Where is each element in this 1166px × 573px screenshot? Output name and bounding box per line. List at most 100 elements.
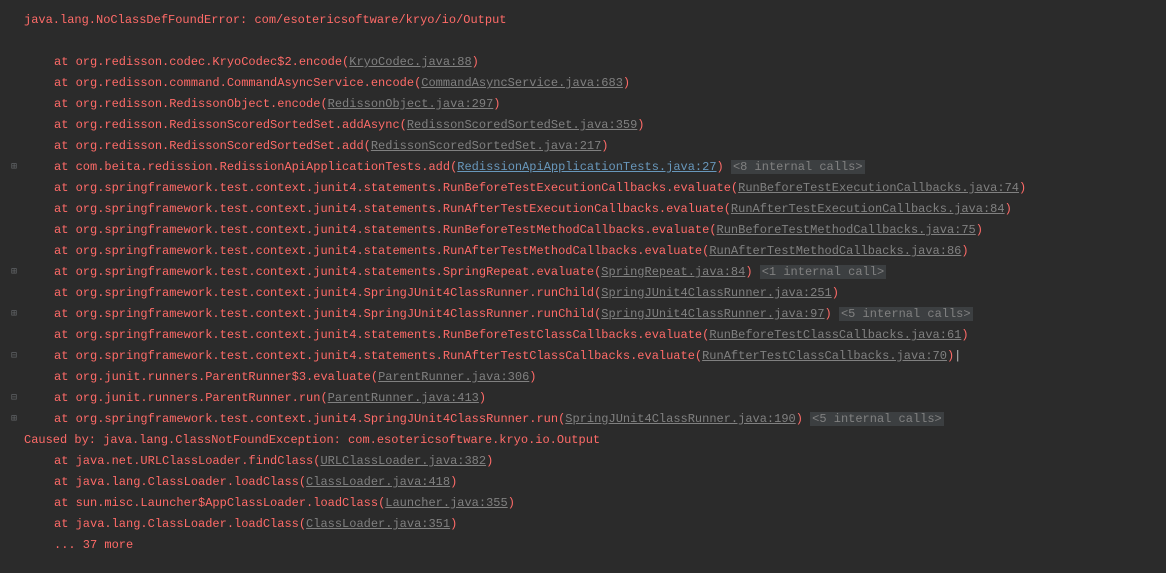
stackframe-method: at org.springframework.test.context.juni… [24, 286, 594, 300]
paren-close: ) [637, 118, 644, 132]
paren-close: ) [961, 244, 968, 258]
paren-open: ( [400, 118, 407, 132]
line-content: at org.springframework.test.context.juni… [20, 325, 969, 346]
source-link[interactable]: SpringJUnit4ClassRunner.java:190 [565, 412, 795, 426]
line-content: at sun.misc.Launcher$AppClassLoader.load… [20, 493, 515, 514]
stacktrace-line: at org.redisson.command.CommandAsyncServ… [0, 73, 1166, 94]
source-link[interactable]: SpringJUnit4ClassRunner.java:251 [601, 286, 831, 300]
fold-expand-icon[interactable]: ⊞ [8, 304, 20, 325]
fold-collapse-icon[interactable]: ⊟ [8, 388, 20, 409]
stackframe-method: at com.beita.redission.RedissionApiAppli… [24, 160, 450, 174]
fold-expand-icon[interactable]: ⊞ [8, 409, 20, 430]
paren-close: ) [961, 328, 968, 342]
stackframe-method: at java.lang.ClassLoader.loadClass [24, 517, 299, 531]
source-link[interactable]: RunBeforeTestExecutionCallbacks.java:74 [738, 181, 1019, 195]
stacktrace-line: Caused by: java.lang.ClassNotFoundExcept… [0, 430, 1166, 451]
paren-open: ( [320, 97, 327, 111]
source-link[interactable]: ParentRunner.java:306 [378, 370, 529, 384]
paren-close: ) [450, 517, 457, 531]
stacktrace-line: at org.springframework.test.context.juni… [0, 241, 1166, 262]
paren-close: ) [486, 454, 493, 468]
stacktrace-line: ⊞at org.springframework.test.context.jun… [0, 409, 1166, 430]
more-frames: ... 37 more [24, 538, 133, 552]
paren-close: ) [479, 391, 486, 405]
paren-close: ) [796, 412, 803, 426]
paren-close: ) [529, 370, 536, 384]
source-link[interactable]: RunBeforeTestMethodCallbacks.java:75 [717, 223, 976, 237]
fold-expand-icon[interactable]: ⊞ [8, 157, 20, 178]
stackframe-method: at org.junit.runners.ParentRunner.run [24, 391, 320, 405]
paren-close: ) [1005, 202, 1012, 216]
stackframe-method: at org.junit.runners.ParentRunner$3.eval… [24, 370, 371, 384]
line-content: at org.redisson.codec.KryoCodec$2.encode… [20, 52, 479, 73]
stacktrace-line: at sun.misc.Launcher$AppClassLoader.load… [0, 493, 1166, 514]
line-content: at org.springframework.test.context.juni… [20, 199, 1012, 220]
internal-calls-badge[interactable]: <8 internal calls> [731, 160, 865, 174]
fold-expand-icon[interactable]: ⊞ [8, 262, 20, 283]
source-link[interactable]: Launcher.java:355 [385, 496, 507, 510]
paren-close: ) [601, 139, 608, 153]
fold-wrap-icon[interactable]: ⊟ [8, 346, 20, 367]
stacktrace-line: at org.springframework.test.context.juni… [0, 283, 1166, 304]
line-content: at java.lang.ClassLoader.loadClass(Class… [20, 472, 457, 493]
paren-close: ) [472, 55, 479, 69]
line-content: at org.springframework.test.context.juni… [20, 346, 961, 367]
source-link[interactable]: CommandAsyncService.java:683 [421, 76, 623, 90]
source-link[interactable]: ClassLoader.java:351 [306, 517, 450, 531]
internal-calls-badge[interactable]: <5 internal calls> [839, 307, 973, 321]
stacktrace-line: at org.springframework.test.context.juni… [0, 199, 1166, 220]
stacktrace-line: at org.springframework.test.context.juni… [0, 325, 1166, 346]
stacktrace-line: ⊟at org.junit.runners.ParentRunner.run(P… [0, 388, 1166, 409]
stackframe-method: at org.redisson.RedissonObject.encode [24, 97, 320, 111]
paren-close: ) [493, 97, 500, 111]
stacktrace-line: at org.springframework.test.context.juni… [0, 220, 1166, 241]
stackframe-method: at java.lang.ClassLoader.loadClass [24, 475, 299, 489]
paren-close: ) [976, 223, 983, 237]
stacktrace-console: java.lang.NoClassDefFoundError: com/esot… [0, 10, 1166, 556]
source-link[interactable]: ParentRunner.java:413 [328, 391, 479, 405]
line-content: at org.junit.runners.ParentRunner$3.eval… [20, 367, 537, 388]
internal-calls-badge[interactable]: <1 internal call> [760, 265, 886, 279]
paren-open: ( [724, 202, 731, 216]
paren-open: ( [709, 223, 716, 237]
stackframe-method: at org.redisson.codec.KryoCodec$2.encode [24, 55, 342, 69]
stacktrace-line: at java.net.URLClassLoader.findClass(URL… [0, 451, 1166, 472]
source-link[interactable]: RedissonObject.java:297 [328, 97, 494, 111]
stacktrace-line: at org.springframework.test.context.juni… [0, 178, 1166, 199]
source-link[interactable]: RedissonScoredSortedSet.java:359 [407, 118, 637, 132]
source-link[interactable]: SpringRepeat.java:84 [601, 265, 745, 279]
source-link[interactable]: SpringJUnit4ClassRunner.java:97 [601, 307, 824, 321]
line-content: at org.springframework.test.context.juni… [20, 304, 973, 325]
paren-close: ) [717, 160, 724, 174]
line-content: at org.redisson.command.CommandAsyncServ… [20, 73, 630, 94]
source-link[interactable]: RunBeforeTestClassCallbacks.java:61 [709, 328, 961, 342]
source-link[interactable]: RunAfterTestClassCallbacks.java:70 [702, 349, 947, 363]
line-content: at java.lang.ClassLoader.loadClass(Class… [20, 514, 457, 535]
stackframe-method: at org.springframework.test.context.juni… [24, 307, 594, 321]
paren-open: ( [299, 517, 306, 531]
stackframe-method: at org.springframework.test.context.juni… [24, 265, 594, 279]
stacktrace-line: ⊟ at org.springframework.test.context.jun… [0, 346, 1166, 367]
source-link[interactable]: RedissonScoredSortedSet.java:217 [371, 139, 601, 153]
source-link[interactable]: RunAfterTestMethodCallbacks.java:86 [709, 244, 961, 258]
paren-close: ) [508, 496, 515, 510]
stackframe-method: at org.springframework.test.context.juni… [24, 202, 724, 216]
stacktrace-line: at org.redisson.RedissonObject.encode(Re… [0, 94, 1166, 115]
line-content: at com.beita.redission.RedissionApiAppli… [20, 157, 865, 178]
stacktrace-line: at org.redisson.RedissonScoredSortedSet.… [0, 115, 1166, 136]
caused-by-header: Caused by: java.lang.ClassNotFoundExcept… [24, 433, 600, 447]
line-content: at java.net.URLClassLoader.findClass(URL… [20, 451, 493, 472]
source-link[interactable]: URLClassLoader.java:382 [320, 454, 486, 468]
line-content: java.lang.NoClassDefFoundError: com/esot… [20, 10, 506, 31]
stackframe-method: at org.springframework.test.context.juni… [24, 349, 695, 363]
source-link[interactable]: RunAfterTestExecutionCallbacks.java:84 [731, 202, 1005, 216]
line-content: at org.springframework.test.context.juni… [20, 409, 944, 430]
source-link[interactable]: ClassLoader.java:418 [306, 475, 450, 489]
line-content: at org.redisson.RedissonScoredSortedSet.… [20, 115, 645, 136]
stacktrace-line: at org.redisson.codec.KryoCodec$2.encode… [0, 52, 1166, 73]
internal-calls-badge[interactable]: <5 internal calls> [810, 412, 944, 426]
source-link[interactable]: RedissionApiApplicationTests.java:27 [457, 160, 716, 174]
source-link[interactable]: KryoCodec.java:88 [349, 55, 471, 69]
stackframe-method: at org.redisson.RedissonScoredSortedSet.… [24, 139, 364, 153]
stacktrace-line: at org.junit.runners.ParentRunner$3.eval… [0, 367, 1166, 388]
